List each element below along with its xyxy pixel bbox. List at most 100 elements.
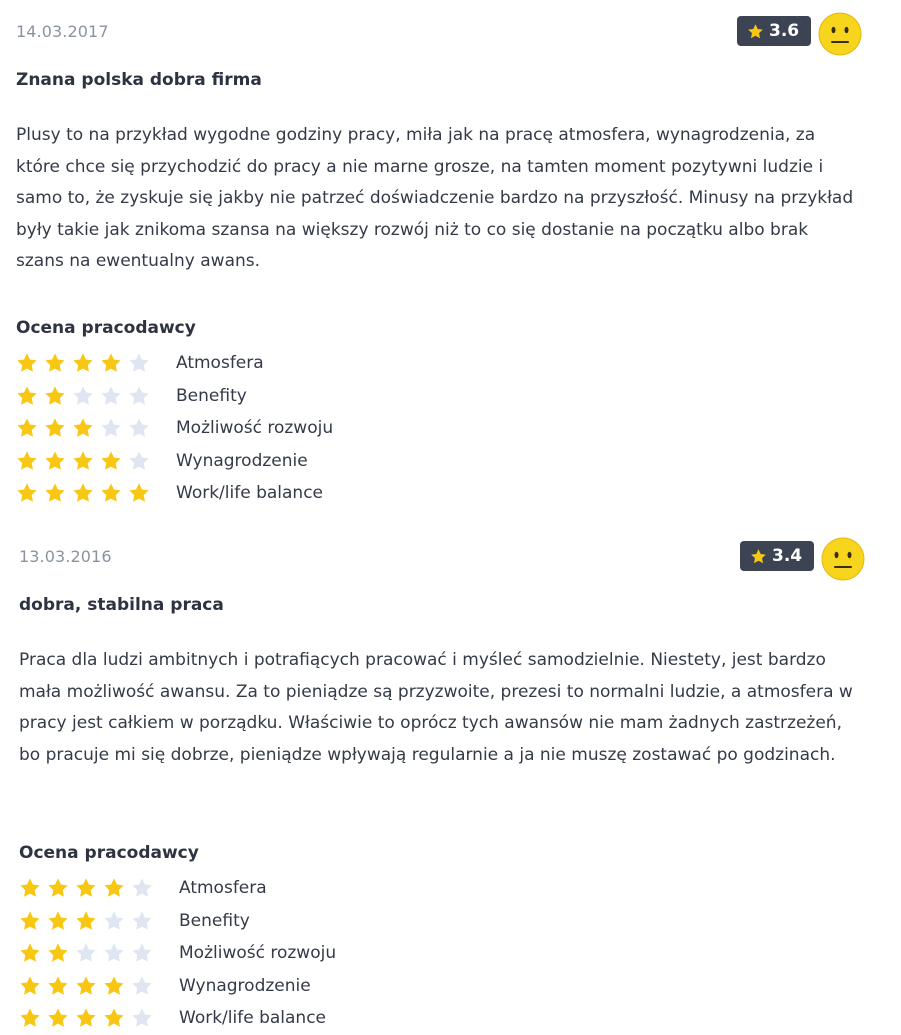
star-filled-icon	[104, 1008, 124, 1028]
star-empty-icon	[101, 386, 121, 405]
star-filled-icon	[45, 483, 65, 503]
star-filled-icon	[129, 483, 149, 503]
star-filled-icon	[48, 1008, 68, 1028]
rating-row: Work/life balance	[16, 477, 333, 510]
star-empty-icon	[129, 353, 149, 373]
rating-category-label: Work/life balance	[179, 1008, 326, 1029]
star-filled-icon	[17, 483, 37, 503]
overall-rating-value: 3.4	[772, 546, 803, 566]
star-icon	[751, 548, 766, 563]
review-card: 14.03.2017 3.6 Znana polska dobra firma …	[16, 12, 876, 503]
star-empty-icon	[132, 976, 152, 995]
star-filled-icon	[20, 878, 40, 898]
star-empty-icon	[129, 418, 149, 438]
rating-row: Atmosfera	[16, 347, 333, 380]
rating-category-label: Wynagrodzenie	[176, 450, 308, 471]
star-filled-icon	[73, 483, 93, 503]
review-card: 13.03.2016 3.4 dobra, stabilna praca Pra…	[19, 537, 879, 1028]
star-rating	[16, 417, 176, 439]
review-header: 14.03.2017 3.6	[16, 12, 876, 56]
review-header: 13.03.2016 3.4	[19, 537, 879, 581]
employer-ratings-list: Atmosfera Benefity Możliwość rozwoju Wynagr…	[16, 347, 333, 510]
star-filled-icon	[45, 386, 65, 405]
star-filled-icon	[48, 878, 68, 898]
rating-row: Wynagrodzenie	[19, 970, 336, 1003]
rating-category-label: Atmosfera	[176, 353, 264, 374]
star-rating	[19, 942, 179, 964]
star-rating	[16, 385, 176, 407]
star-filled-icon	[45, 418, 65, 438]
star-rating	[16, 352, 176, 374]
star-filled-icon	[48, 943, 68, 963]
star-rating	[19, 910, 179, 932]
rating-category-label: Benefity	[176, 385, 247, 406]
star-filled-icon	[76, 1008, 96, 1028]
employer-ratings-heading: Ocena pracodawcy	[16, 318, 196, 338]
employer-ratings-list: Atmosfera Benefity Możliwość rozwoju Wynagr…	[19, 872, 336, 1035]
star-filled-icon	[101, 353, 121, 373]
star-rating	[16, 450, 176, 472]
review-date: 13.03.2016	[19, 547, 112, 566]
rating-category-label: Wynagrodzenie	[179, 975, 311, 996]
star-empty-icon	[76, 943, 96, 963]
star-rating	[19, 877, 179, 899]
rating-row: Benefity	[19, 905, 336, 938]
review-text: Praca dla ludzi ambitnych i potrafiących…	[19, 650, 853, 765]
rating-row: Wynagrodzenie	[16, 445, 333, 478]
star-empty-icon	[129, 451, 149, 470]
star-empty-icon	[132, 878, 152, 898]
employer-ratings-heading: Ocena pracodawcy	[19, 843, 199, 863]
review-text: Plusy to na przykład wygodne godziny pra…	[16, 125, 854, 271]
review-title: Znana polska dobra firma	[16, 70, 262, 90]
star-filled-icon	[48, 911, 68, 930]
review-title: dobra, stabilna praca	[19, 595, 224, 615]
overall-rating-badge: 3.6	[737, 16, 812, 46]
rating-category-label: Work/life balance	[176, 483, 323, 504]
star-filled-icon	[45, 353, 65, 373]
star-filled-icon	[17, 451, 37, 470]
star-rating	[19, 1007, 179, 1029]
star-filled-icon	[20, 1008, 40, 1028]
rating-row: Benefity	[16, 380, 333, 413]
review-date: 14.03.2017	[16, 22, 109, 41]
rating-category-label: Benefity	[179, 910, 250, 931]
star-empty-icon	[104, 943, 124, 963]
star-filled-icon	[104, 976, 124, 995]
neutral-face-icon	[821, 537, 865, 581]
star-rating	[19, 975, 179, 997]
star-empty-icon	[132, 1008, 152, 1028]
star-filled-icon	[101, 483, 121, 503]
star-filled-icon	[73, 451, 93, 470]
star-empty-icon	[101, 418, 121, 438]
star-filled-icon	[48, 976, 68, 995]
star-filled-icon	[45, 451, 65, 470]
star-empty-icon	[73, 386, 93, 405]
neutral-face-icon	[818, 12, 862, 56]
star-filled-icon	[17, 353, 37, 373]
rating-category-label: Atmosfera	[179, 878, 267, 899]
star-empty-icon	[132, 911, 152, 930]
star-icon	[748, 23, 763, 38]
overall-rating-value: 3.6	[769, 21, 800, 41]
overall-rating-badge: 3.4	[740, 541, 815, 571]
rating-category-label: Możliwość rozwoju	[176, 418, 334, 439]
star-rating	[16, 482, 176, 504]
star-filled-icon	[76, 878, 96, 898]
star-filled-icon	[76, 976, 96, 995]
star-filled-icon	[104, 878, 124, 898]
star-filled-icon	[73, 418, 93, 438]
rating-row: Atmosfera	[19, 872, 336, 905]
rating-category-label: Możliwość rozwoju	[179, 943, 337, 964]
star-filled-icon	[76, 911, 96, 930]
star-filled-icon	[20, 976, 40, 995]
star-filled-icon	[20, 911, 40, 930]
star-empty-icon	[129, 386, 149, 405]
star-filled-icon	[17, 386, 37, 405]
star-filled-icon	[101, 451, 121, 470]
rating-row: Możliwość rozwoju	[16, 412, 333, 445]
star-empty-icon	[104, 911, 124, 930]
star-empty-icon	[132, 943, 152, 963]
star-filled-icon	[73, 353, 93, 373]
star-filled-icon	[20, 943, 40, 963]
rating-row: Możliwość rozwoju	[19, 937, 336, 970]
